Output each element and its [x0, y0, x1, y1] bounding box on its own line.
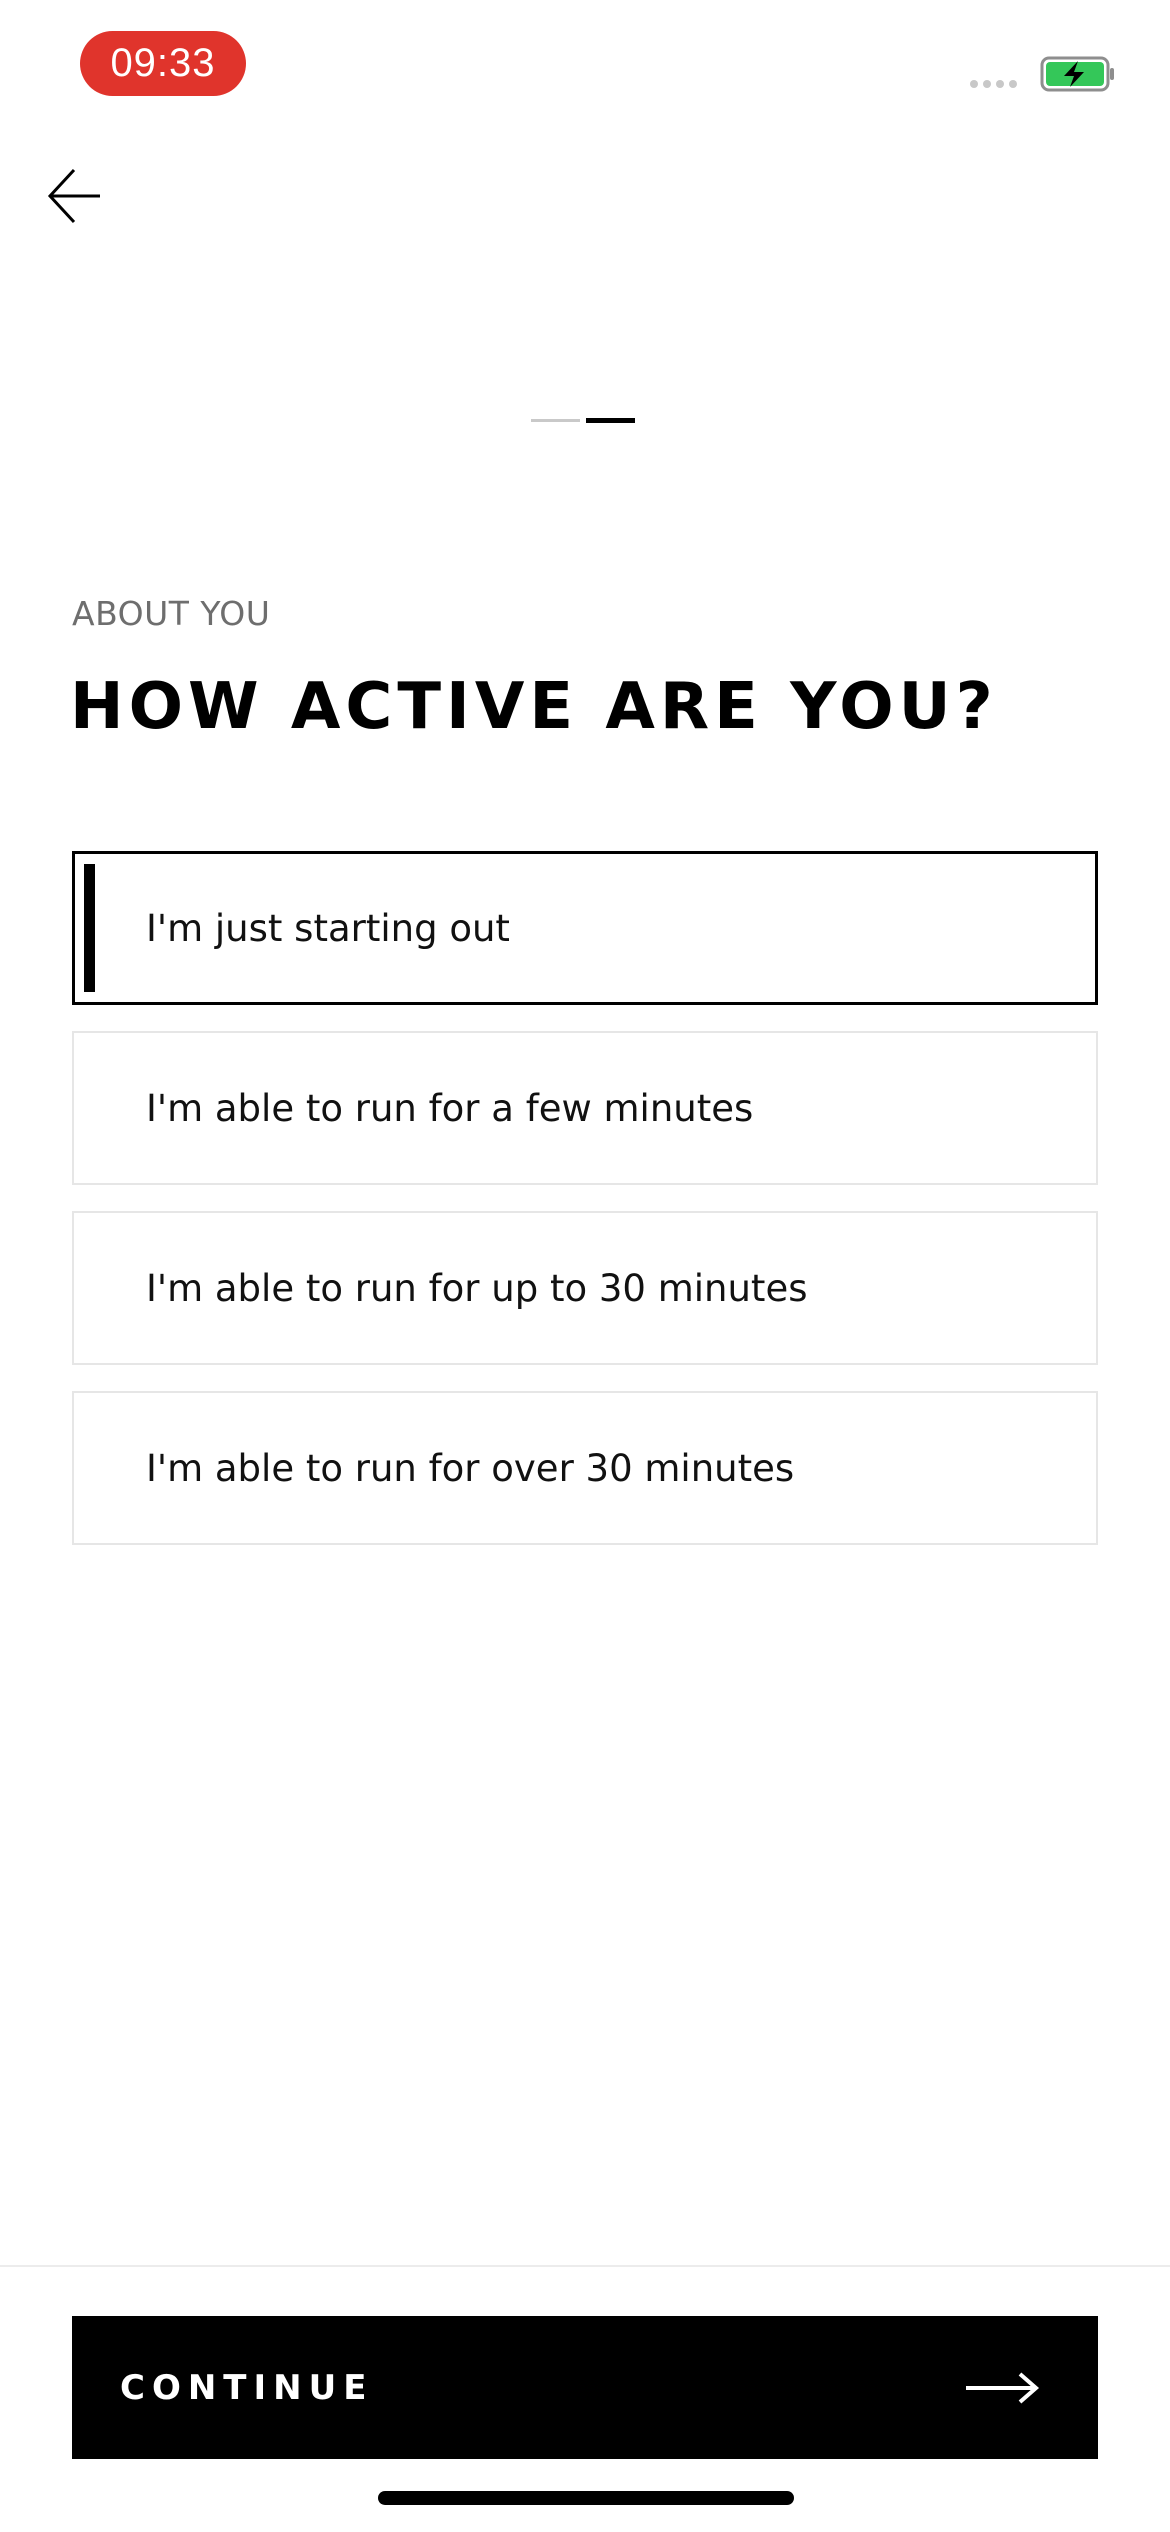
section-eyebrow: ABOUT YOU	[72, 594, 271, 633]
option-label: I'm able to run for up to 30 minutes	[146, 1266, 808, 1310]
selected-marker	[84, 864, 95, 992]
option-up-to-30-minutes[interactable]: I'm able to run for up to 30 minutes	[72, 1211, 1098, 1365]
back-button[interactable]	[38, 160, 110, 232]
option-few-minutes[interactable]: I'm able to run for a few minutes	[72, 1031, 1098, 1185]
signal-icon	[970, 80, 1017, 88]
arrow-left-icon	[47, 168, 100, 224]
home-indicator	[378, 2491, 794, 2505]
status-time: 09:33	[80, 31, 246, 96]
arrow-right-icon	[966, 2371, 1040, 2404]
option-label: I'm just starting out	[146, 906, 510, 950]
progress-step	[531, 419, 580, 422]
progress-indicator	[531, 418, 635, 423]
option-over-30-minutes[interactable]: I'm able to run for over 30 minutes	[72, 1391, 1098, 1545]
progress-step-active	[586, 418, 635, 423]
continue-label: CONTINUE	[120, 2367, 374, 2408]
option-label: I'm able to run for a few minutes	[146, 1086, 754, 1130]
continue-button[interactable]: CONTINUE	[72, 2316, 1098, 2459]
activity-options: I'm just starting out I'm able to run fo…	[72, 851, 1098, 1571]
battery-charging-icon	[1040, 56, 1114, 92]
option-just-starting[interactable]: I'm just starting out	[72, 851, 1098, 1005]
option-label: I'm able to run for over 30 minutes	[146, 1446, 795, 1490]
footer-divider	[0, 2265, 1170, 2267]
page-title: HOW ACTIVE ARE YOU?	[70, 670, 998, 744]
